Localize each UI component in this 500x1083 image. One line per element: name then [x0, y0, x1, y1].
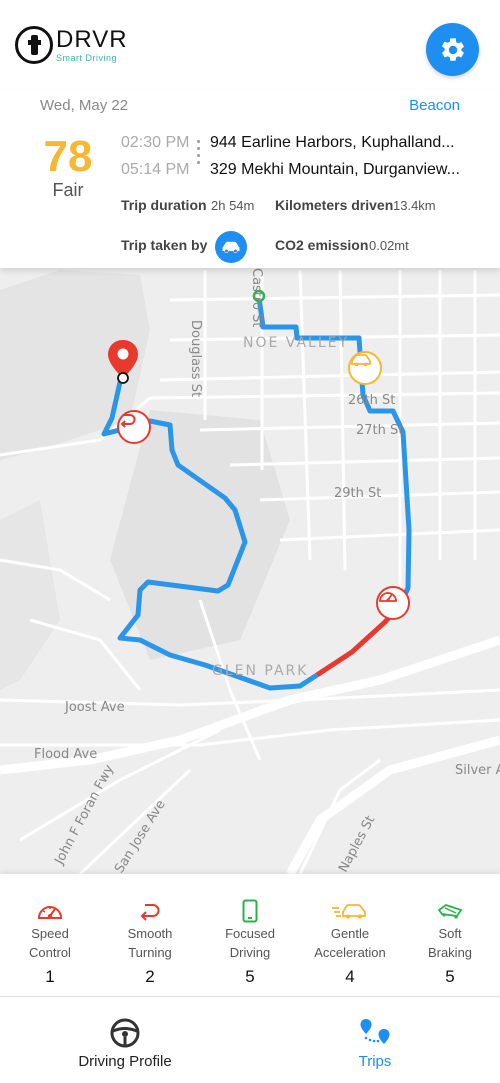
speedometer-icon — [379, 592, 397, 602]
behavior-count: 4 — [345, 967, 355, 986]
map-label-26th: 26th St — [348, 393, 396, 408]
gear-icon — [441, 37, 464, 61]
end-address: 329 Mekhi Mountain, Durganview... — [210, 161, 460, 178]
app-logo: DRVR Smart Driving — [15, 26, 128, 64]
u-turn-icon — [140, 904, 160, 921]
trip-addresses: 944 Earline Harbors, Kuphalland... 329 M… — [210, 134, 460, 188]
behavior-label: Acceleration — [314, 945, 386, 960]
tab-label: Driving Profile — [78, 1053, 172, 1070]
distance-value: 13.4km — [393, 198, 436, 213]
behavior-count: 1 — [45, 967, 55, 986]
tab-driving-profile[interactable]: Driving Profile — [0, 997, 250, 1083]
map-label-flood: Flood Ave — [34, 747, 98, 762]
end-time: 05:14 PM — [121, 161, 190, 178]
map-label-27th: 27th St — [356, 423, 404, 438]
map-label-silver: Silver A — [455, 763, 500, 778]
trip-map[interactable]: Douglass St Castro St NOE VALLEY 26th St… — [0, 268, 500, 874]
behavior-label: Driving — [229, 945, 271, 960]
behavior-label: Turning — [128, 945, 172, 960]
score-label: Fair — [52, 180, 84, 200]
route-dots-icon — [197, 140, 201, 168]
trip-device-link[interactable]: Beacon — [409, 97, 460, 114]
logo-mark-icon — [15, 26, 53, 64]
behavior-label: Gentle — [330, 926, 370, 941]
behavior-count: 5 — [245, 967, 255, 986]
trip-score: 78 Fair — [40, 132, 96, 201]
start-address: 944 Earline Harbors, Kuphalland... — [210, 134, 455, 151]
map-label-castro: Castro St — [249, 268, 264, 328]
bottom-navigation: Driving Profile Trips — [0, 996, 500, 1083]
tab-label: Trips — [358, 1053, 392, 1070]
steering-wheel-icon — [110, 1018, 140, 1048]
map-label-glen-park: GLEN PARK — [212, 663, 309, 679]
behavior-label: Smooth — [127, 926, 173, 941]
u-turn-icon — [120, 414, 136, 428]
trip-summary-card: Wed, May 22 Beacon 78 Fair 02:30 PM 05:1… — [0, 90, 500, 268]
score-value: 78 — [43, 132, 93, 181]
map-label-noe-valley: NOE VALLEY — [243, 335, 350, 351]
behavior-focused-driving[interactable]: Focused Driving 5 — [200, 874, 300, 996]
brake-car-icon — [437, 904, 463, 919]
car-icon — [222, 241, 240, 253]
behavior-speed-control[interactable]: Speed Control 1 — [0, 874, 100, 996]
acceleration-event-marker[interactable] — [348, 351, 382, 385]
taken-by-label: Trip taken by — [121, 237, 208, 253]
turning-event-marker[interactable] — [117, 410, 151, 444]
co2-value: 0.02mt — [369, 238, 409, 253]
behavior-label: Speed — [31, 926, 69, 941]
behavior-count: 5 — [445, 967, 455, 986]
car-icon — [351, 354, 371, 367]
distance-label: Kilometers driven — [275, 197, 394, 213]
speeding-event-marker[interactable] — [376, 586, 410, 620]
speedometer-icon — [37, 906, 63, 919]
co2-label: CO2 emission — [275, 237, 369, 253]
behavior-gentle-acceleration[interactable]: Gentle Acceleration 4 — [300, 874, 400, 996]
settings-button[interactable] — [426, 23, 479, 76]
fast-car-icon — [332, 904, 366, 919]
behavior-soft-braking[interactable]: Soft Braking 5 — [400, 874, 500, 996]
trip-times: 02:30 PM 05:14 PM — [121, 134, 189, 188]
start-time: 02:30 PM — [121, 134, 190, 151]
map-label-joost: Joost Ave — [65, 700, 125, 715]
behavior-smooth-turning[interactable]: Smooth Turning 2 — [100, 874, 200, 996]
route-pins-icon — [360, 1019, 390, 1044]
duration-value: 2h 54m — [211, 198, 255, 213]
behavior-label: Control — [29, 945, 71, 960]
behavior-count: 2 — [145, 967, 155, 986]
map-label-29th: 29th St — [334, 486, 382, 501]
app-header: DRVR Smart Driving — [0, 0, 500, 90]
logo-tagline: Smart Driving — [56, 52, 118, 63]
tab-trips[interactable]: Trips — [250, 997, 500, 1083]
behavior-label: Focused — [225, 926, 275, 941]
map-label-douglass: Douglass St — [188, 320, 203, 398]
destination-pin-icon[interactable] — [106, 338, 140, 384]
logo-brand: DRVR — [56, 25, 128, 53]
map-canvas — [0, 269, 500, 874]
behavior-label: Braking — [427, 945, 473, 960]
trip-date: Wed, May 22 — [40, 97, 129, 114]
phone-icon — [242, 899, 258, 923]
duration-label: Trip duration — [121, 197, 207, 213]
behavior-label: Soft — [438, 926, 462, 941]
behavior-summary: Speed Control 1 Smooth Turning 2 Focused Dr… — [0, 874, 500, 996]
vehicle-badge — [215, 231, 247, 263]
